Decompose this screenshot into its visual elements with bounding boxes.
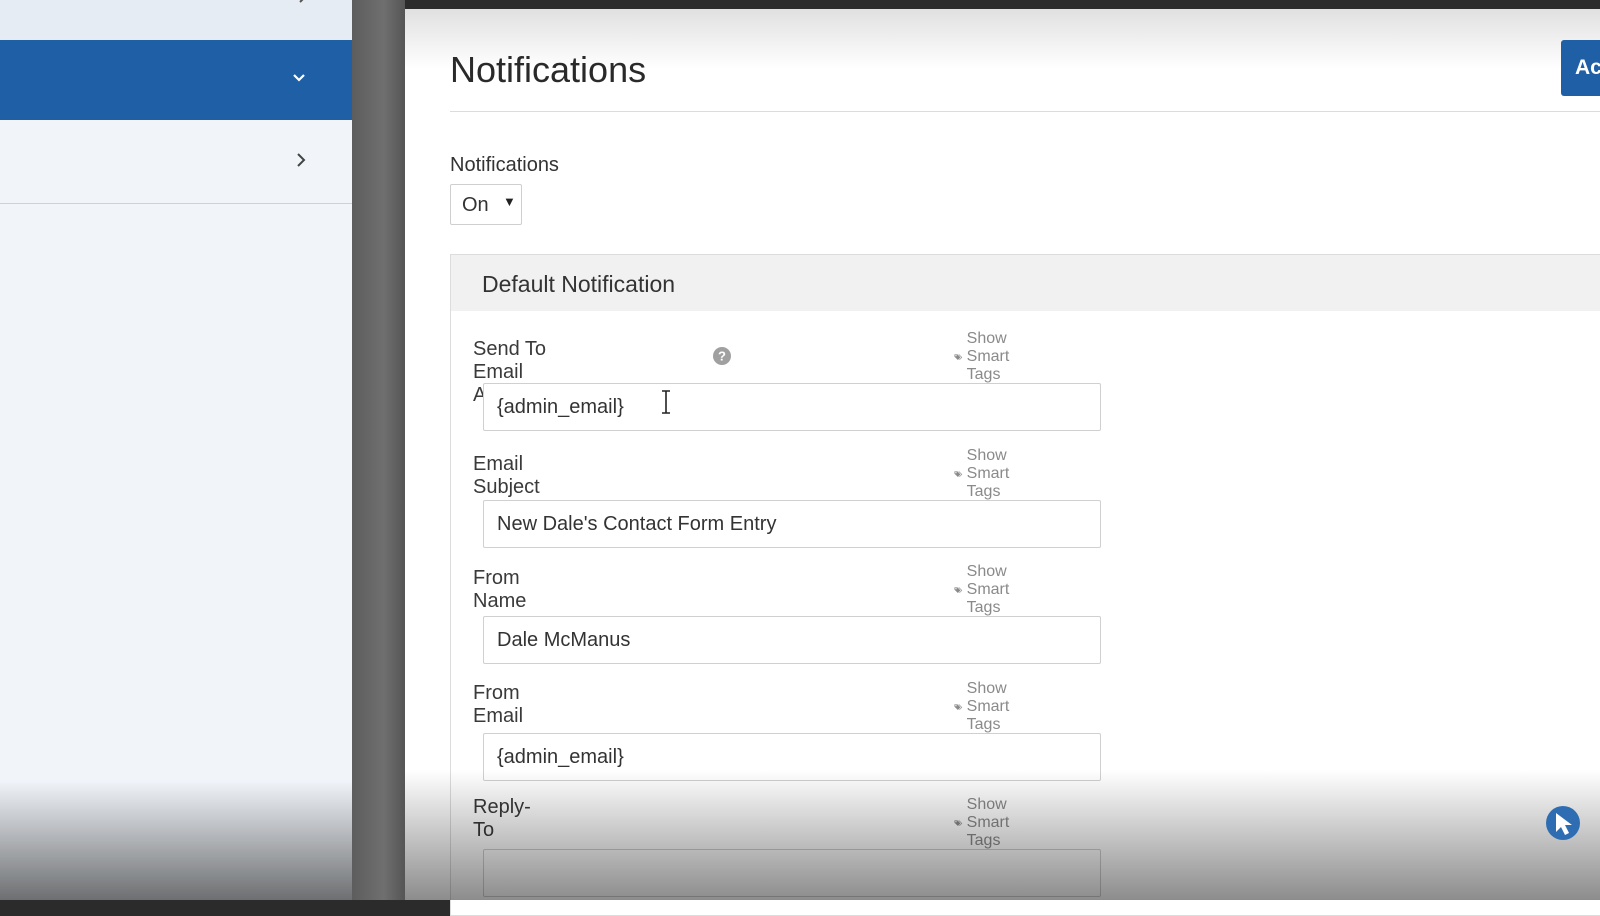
notifications-select-value: On xyxy=(462,194,489,216)
text-cursor-icon xyxy=(660,390,672,414)
svg-text:?: ? xyxy=(718,349,726,364)
card-title: Default Notification xyxy=(482,271,676,297)
show-smart-tags-link[interactable]: Show Smart Tags xyxy=(954,447,1021,500)
tags-icon xyxy=(954,704,963,711)
from-email-label: From Email xyxy=(473,682,524,727)
default-notification-card: Default Notification xyxy=(450,254,1600,916)
tags-icon xyxy=(954,820,963,827)
add-notification-button[interactable]: Ac xyxy=(1561,40,1600,96)
reply-to-label: Reply-To xyxy=(473,796,531,841)
card-header: Default Notification xyxy=(451,255,1600,311)
sidebar xyxy=(0,0,352,900)
notifications-toggle-label: Notifications xyxy=(450,154,559,176)
chevron-down-icon xyxy=(291,70,307,86)
reply-to-input[interactable] xyxy=(483,849,1101,897)
from-name-label: From Name xyxy=(473,567,527,612)
notifications-select[interactable]: On ▼ xyxy=(450,184,522,225)
chevron-right-icon xyxy=(296,0,310,4)
page-title: Notifications xyxy=(450,49,647,90)
send-to-input[interactable] xyxy=(483,383,1101,431)
tags-icon xyxy=(954,354,963,361)
title-divider xyxy=(450,111,1600,112)
email-subject-input[interactable] xyxy=(483,500,1101,548)
smart-tags-label: Show Smart Tags xyxy=(966,447,1010,500)
show-smart-tags-link[interactable]: Show Smart Tags xyxy=(954,330,1021,383)
sidebar-item-top[interactable] xyxy=(0,0,352,41)
panel-gutter xyxy=(352,0,405,900)
question-circle-icon[interactable]: ? xyxy=(712,346,732,366)
cursor-logo-icon xyxy=(1545,805,1581,841)
sidebar-bottom-shade xyxy=(0,780,352,900)
tags-icon xyxy=(954,471,963,478)
from-name-input[interactable] xyxy=(483,616,1101,664)
smart-tags-label: Show Smart Tags xyxy=(966,680,1010,733)
chevron-right-icon xyxy=(294,152,308,168)
show-smart-tags-link[interactable]: Show Smart Tags xyxy=(954,796,1021,849)
tags-icon xyxy=(954,587,963,594)
show-smart-tags-link[interactable]: Show Smart Tags xyxy=(954,563,1021,616)
show-smart-tags-link[interactable]: Show Smart Tags xyxy=(954,680,1021,733)
smart-tags-label: Show Smart Tags xyxy=(966,330,1010,383)
from-email-input[interactable] xyxy=(483,733,1101,781)
email-subject-label: Email Subject xyxy=(473,453,540,498)
caret-down-icon: ▼ xyxy=(503,194,516,209)
smart-tags-label: Show Smart Tags xyxy=(966,563,1010,616)
smart-tags-label: Show Smart Tags xyxy=(966,796,1010,849)
